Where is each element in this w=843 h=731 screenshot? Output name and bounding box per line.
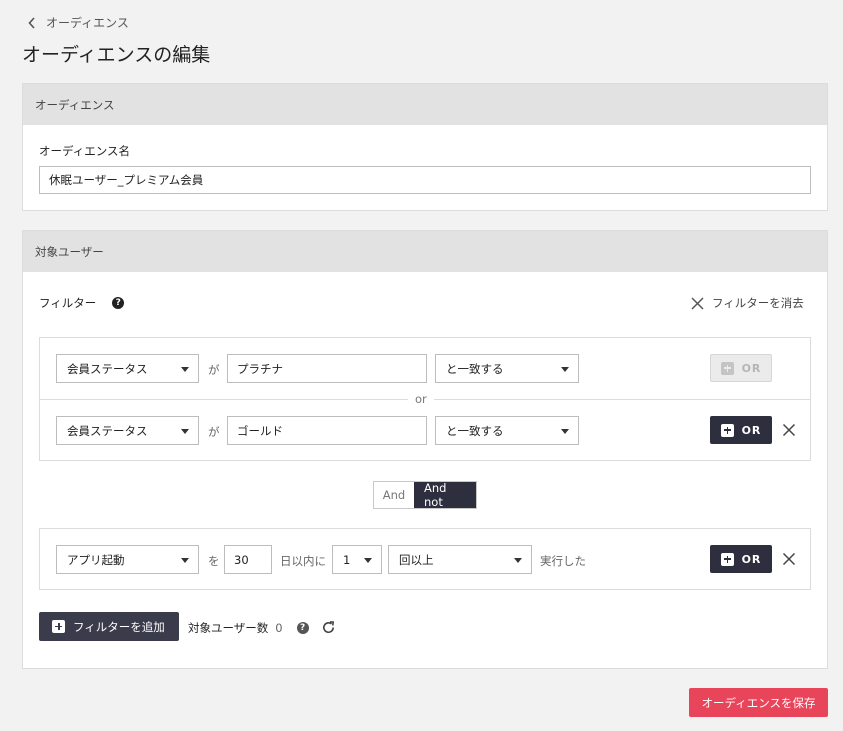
target-count-value: 0: [275, 621, 283, 635]
help-icon[interactable]: ?: [296, 622, 309, 634]
target-count-label: 対象ユーザー数: [188, 621, 269, 635]
days-suffix-text: 日以内に: [280, 554, 326, 568]
or-button[interactable]: OR: [710, 416, 772, 444]
audience-name-label: オーディエンス名: [39, 144, 130, 158]
filter-group-2: アプリ起動 を 30 日以内に 1 回以上 実行した OR: [39, 528, 811, 590]
caret-down-icon: [561, 429, 569, 434]
back-link-label: オーディエンス: [46, 16, 129, 30]
remove-row-icon[interactable]: [782, 552, 796, 566]
operator-select[interactable]: と一致する: [435, 416, 579, 445]
connector-text: が: [208, 425, 220, 439]
target-users-card-header: 対象ユーザー: [23, 231, 827, 272]
filter-label: フィルター: [39, 296, 97, 310]
event-select[interactable]: アプリ起動: [56, 545, 199, 574]
target-users-card: 対象ユーザー フィルター ? フィルターを消去 会員ステータス が プラチナ と…: [22, 230, 828, 669]
or-button-label: OR: [741, 361, 762, 375]
filter-title: フィルター ?: [39, 295, 125, 311]
operator-select-value: と一致する: [446, 423, 504, 438]
value-input-value: プラチナ: [237, 361, 283, 376]
days-input-value: 30: [234, 552, 249, 567]
remove-row-icon[interactable]: [782, 423, 796, 437]
value-input[interactable]: プラチナ: [227, 354, 427, 383]
field-select-value: 会員ステータス: [67, 361, 148, 376]
back-link[interactable]: オーディエンス: [28, 14, 129, 31]
help-icon[interactable]: ?: [112, 297, 125, 309]
field-select[interactable]: 会員ステータス: [56, 416, 199, 445]
field-select[interactable]: 会員ステータス: [56, 354, 199, 383]
plus-icon: [720, 423, 734, 437]
or-button-label: OR: [741, 552, 762, 566]
caret-down-icon: [181, 558, 189, 563]
close-icon: [691, 296, 704, 310]
value-input-value: ゴールド: [237, 423, 283, 438]
count-select[interactable]: 1: [332, 545, 382, 574]
count-operator-select-value: 回以上: [399, 552, 434, 567]
filter-group-1: 会員ステータス が プラチナ と一致する OR or 会員ステータス が ゴール…: [39, 337, 811, 461]
add-filter-button[interactable]: フィルターを追加: [39, 612, 179, 641]
save-audience-button[interactable]: オーディエンスを保存: [689, 688, 828, 717]
caret-down-icon: [514, 558, 522, 563]
or-button-disabled: OR: [710, 354, 772, 382]
caret-down-icon: [364, 558, 372, 563]
event-select-value: アプリ起動: [67, 552, 125, 567]
field-select-value: 会員ステータス: [67, 423, 148, 438]
plus-icon: [720, 361, 734, 375]
audience-name-value: 休眠ユーザー_プレミアム会員: [49, 173, 204, 187]
or-separator: or: [408, 392, 434, 406]
plus-icon: [720, 552, 734, 566]
connector-text: を: [208, 554, 220, 568]
count-select-value: 1: [343, 552, 351, 567]
target-count: 対象ユーザー数 0 ?: [188, 620, 309, 636]
caret-down-icon: [181, 429, 189, 434]
logic-toggle: And And not: [373, 481, 477, 509]
caret-down-icon: [181, 367, 189, 372]
chevron-left-icon: [28, 16, 35, 29]
audience-card-header: オーディエンス: [23, 84, 827, 125]
or-button-label: OR: [741, 423, 762, 437]
operator-select[interactable]: と一致する: [435, 354, 579, 383]
logic-and-not-option[interactable]: And not: [414, 481, 476, 509]
audience-card: オーディエンス オーディエンス名 休眠ユーザー_プレミアム会員: [22, 83, 828, 211]
refresh-icon[interactable]: [321, 620, 336, 635]
action-suffix-text: 実行した: [540, 554, 586, 568]
value-input[interactable]: ゴールド: [227, 416, 427, 445]
count-operator-select[interactable]: 回以上: [388, 545, 532, 574]
clear-filters-button[interactable]: フィルターを消去: [691, 295, 804, 311]
logic-and-option[interactable]: And: [374, 482, 414, 508]
operator-select-value: と一致する: [446, 361, 504, 376]
plus-icon: [52, 620, 65, 633]
audience-name-input[interactable]: 休眠ユーザー_プレミアム会員: [39, 166, 811, 194]
add-filter-label: フィルターを追加: [73, 619, 165, 634]
connector-text: が: [208, 363, 220, 377]
or-button[interactable]: OR: [710, 545, 772, 573]
clear-filters-label: フィルターを消去: [712, 296, 804, 310]
days-input[interactable]: 30: [224, 545, 272, 574]
caret-down-icon: [561, 367, 569, 372]
page-title: オーディエンスの編集: [22, 44, 211, 66]
